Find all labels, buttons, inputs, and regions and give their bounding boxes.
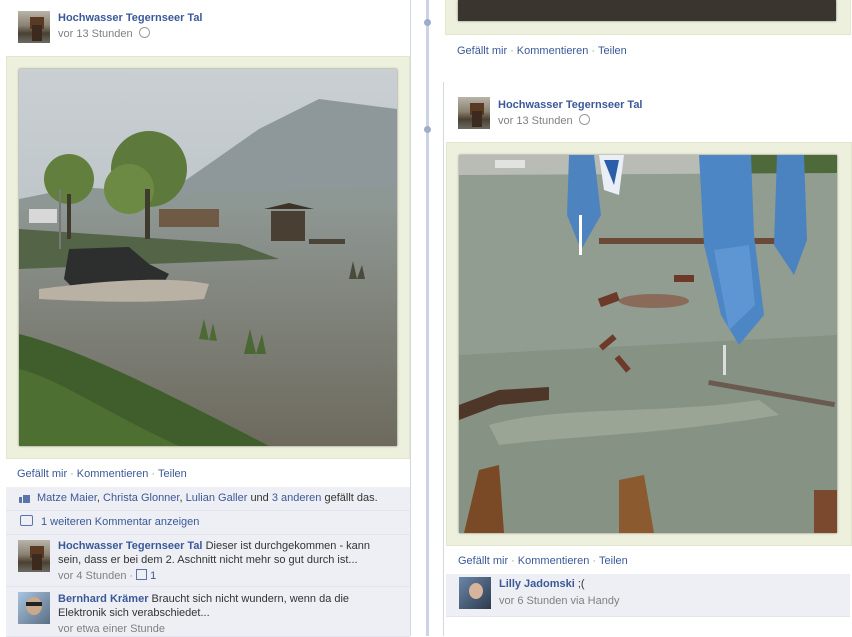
flooded-beer-garden-photo[interactable] <box>459 155 837 533</box>
comment-time[interactable]: vor 6 Stunden via Handy <box>499 595 619 607</box>
comment-body: Hochwasser Tegernseer Tal Dieser ist dur… <box>58 539 378 567</box>
like-link[interactable]: Gefällt mir <box>17 468 67 480</box>
post-time-text[interactable]: vor 13 Stunden <box>498 115 573 127</box>
flood-umbrellas-image <box>459 155 837 533</box>
post-timestamp[interactable]: vor 13 Stunden <box>498 114 590 127</box>
previous-photo-frame <box>445 0 851 35</box>
comment-time[interactable]: vor etwa einer Stunde <box>58 623 165 635</box>
post-header: Hochwasser Tegernseer Tal vor 13 Stunden <box>444 82 851 134</box>
liker-link[interactable]: Matze Maier <box>37 492 97 504</box>
comment: Lilly Jadomski ;( vor 6 Stunden via Hand… <box>446 574 850 617</box>
thumbs-up-icon <box>136 569 148 580</box>
photo-frame <box>6 56 410 459</box>
page-name-link[interactable]: Hochwasser Tegernseer Tal <box>498 99 643 111</box>
flooded-lakeside-photo[interactable] <box>19 69 397 446</box>
comment-body: Lilly Jadomski ;( <box>499 578 585 590</box>
flood-car-image <box>19 69 397 446</box>
globe-icon <box>138 27 150 38</box>
liker-link[interactable]: Lulian Galler <box>186 492 248 504</box>
likes-and: und <box>250 492 269 504</box>
left-post-actions: Gefällt mir · Kommentieren · Teilen <box>17 461 187 487</box>
page-avatar[interactable] <box>18 11 50 43</box>
like-link[interactable]: Gefällt mir <box>457 45 507 57</box>
comment: Bernhard Krämer Braucht sich nicht wunde… <box>6 587 410 637</box>
comment-avatar[interactable] <box>459 577 491 609</box>
previous-post-actions: Gefällt mir · Kommentieren · Teilen <box>457 38 627 64</box>
left-post: Hochwasser Tegernseer Tal vor 13 Stunden <box>6 0 411 637</box>
comment-time[interactable]: vor 4 Stunden <box>58 570 127 582</box>
likes-suffix: gefällt das. <box>324 492 378 504</box>
comment-link[interactable]: Kommentieren <box>77 468 149 480</box>
comment-link[interactable]: Kommentieren <box>517 45 589 57</box>
comment: Hochwasser Tegernseer Tal Dieser ist dur… <box>6 535 410 587</box>
comment-meta: vor 6 Stunden via Handy <box>499 595 619 607</box>
commenter-name-link[interactable]: Bernhard Krämer <box>58 593 148 605</box>
view-more-comments-row: 1 weiteren Kommentar anzeigen <box>6 511 410 535</box>
post-time-text[interactable]: vor 13 Stunden <box>58 28 133 40</box>
comment-avatar[interactable] <box>18 592 50 624</box>
view-more-comments-link[interactable]: 1 weiteren Kommentar anzeigen <box>41 516 199 528</box>
post-header: Hochwasser Tegernseer Tal vor 13 Stunden <box>6 0 410 52</box>
like-icon <box>19 492 31 503</box>
timeline-spine <box>419 0 436 636</box>
share-link[interactable]: Teilen <box>599 555 628 567</box>
photo-frame <box>446 142 852 546</box>
page-avatar[interactable] <box>458 97 490 129</box>
page-name-link[interactable]: Hochwasser Tegernseer Tal <box>58 12 203 24</box>
liker-link[interactable]: Christa Glonner <box>103 492 179 504</box>
timeline-dot <box>424 19 431 26</box>
like-link[interactable]: Gefällt mir <box>458 555 508 567</box>
likes-sentence: Matze Maier, Christa Glonner, Lulian Gal… <box>6 487 410 511</box>
commenter-name-link[interactable]: Lilly Jadomski <box>499 578 575 590</box>
globe-icon <box>578 114 590 125</box>
likes-others-link[interactable]: 3 anderen <box>272 492 322 504</box>
comment-meta: vor etwa einer Stunde <box>58 623 165 635</box>
right-post-actions: Gefällt mir · Kommentieren · Teilen <box>458 548 628 574</box>
previous-photo[interactable] <box>458 0 836 21</box>
timeline-line <box>426 0 429 636</box>
commenter-name-link[interactable]: Hochwasser Tegernseer Tal <box>58 540 203 552</box>
comment-icon <box>20 515 33 526</box>
right-column: Gefällt mir · Kommentieren · Teilen Hochwass… <box>443 0 852 636</box>
share-link[interactable]: Teilen <box>158 468 187 480</box>
comment-text: ;( <box>577 578 585 590</box>
share-link[interactable]: Teilen <box>598 45 627 57</box>
comment-body: Bernhard Krämer Braucht sich nicht wunde… <box>58 592 378 620</box>
right-post: Hochwasser Tegernseer Tal vor 13 Stunden <box>443 82 852 636</box>
post-timestamp[interactable]: vor 13 Stunden <box>58 27 150 40</box>
comment-avatar[interactable] <box>18 540 50 572</box>
comment-link[interactable]: Kommentieren <box>518 555 590 567</box>
comment-meta: vor 4 Stunden · 1 <box>58 569 157 582</box>
comment-like-count[interactable]: 1 <box>150 570 156 582</box>
timeline-dot <box>424 126 431 133</box>
